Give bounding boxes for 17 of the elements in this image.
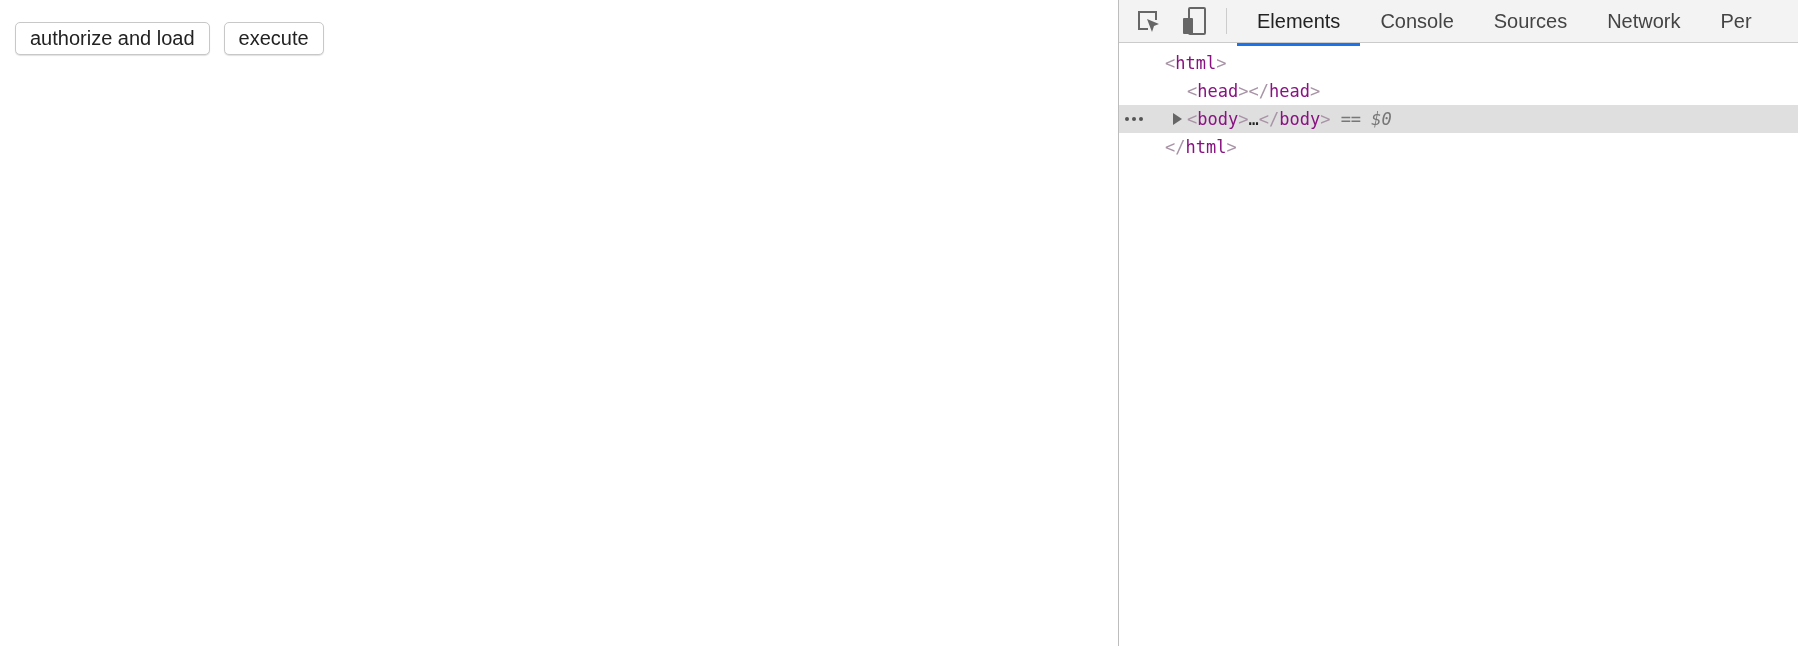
panel-tab[interactable]: Sources — [1473, 0, 1588, 46]
dom-node-code[interactable]: </html> — [1165, 137, 1237, 157]
panel-tab[interactable]: Console — [1360, 0, 1474, 46]
dom-tree-row[interactable]: <head></head> — [1119, 77, 1798, 105]
page-button[interactable]: execute — [223, 22, 324, 55]
dom-tree-row[interactable]: <body>…</body> == $0 — [1119, 105, 1798, 133]
panel-tab[interactable]: Per — [1700, 0, 1772, 46]
dom-tree-row[interactable]: <html> — [1119, 49, 1798, 77]
panel-tab[interactable]: Network — [1587, 0, 1701, 46]
dom-node-code[interactable]: <body>…</body> == $0 — [1187, 109, 1392, 129]
device-toolbar-icon[interactable] — [1180, 6, 1208, 36]
ellipsis-icon[interactable] — [1123, 117, 1145, 121]
dom-node-code[interactable]: <head></head> — [1187, 81, 1321, 101]
dom-node-code[interactable]: <html> — [1165, 53, 1227, 73]
panel-tab[interactable]: Elements — [1237, 0, 1361, 46]
expand-triangle-icon[interactable] — [1172, 113, 1182, 125]
page-button[interactable]: authorize and load — [15, 22, 210, 55]
